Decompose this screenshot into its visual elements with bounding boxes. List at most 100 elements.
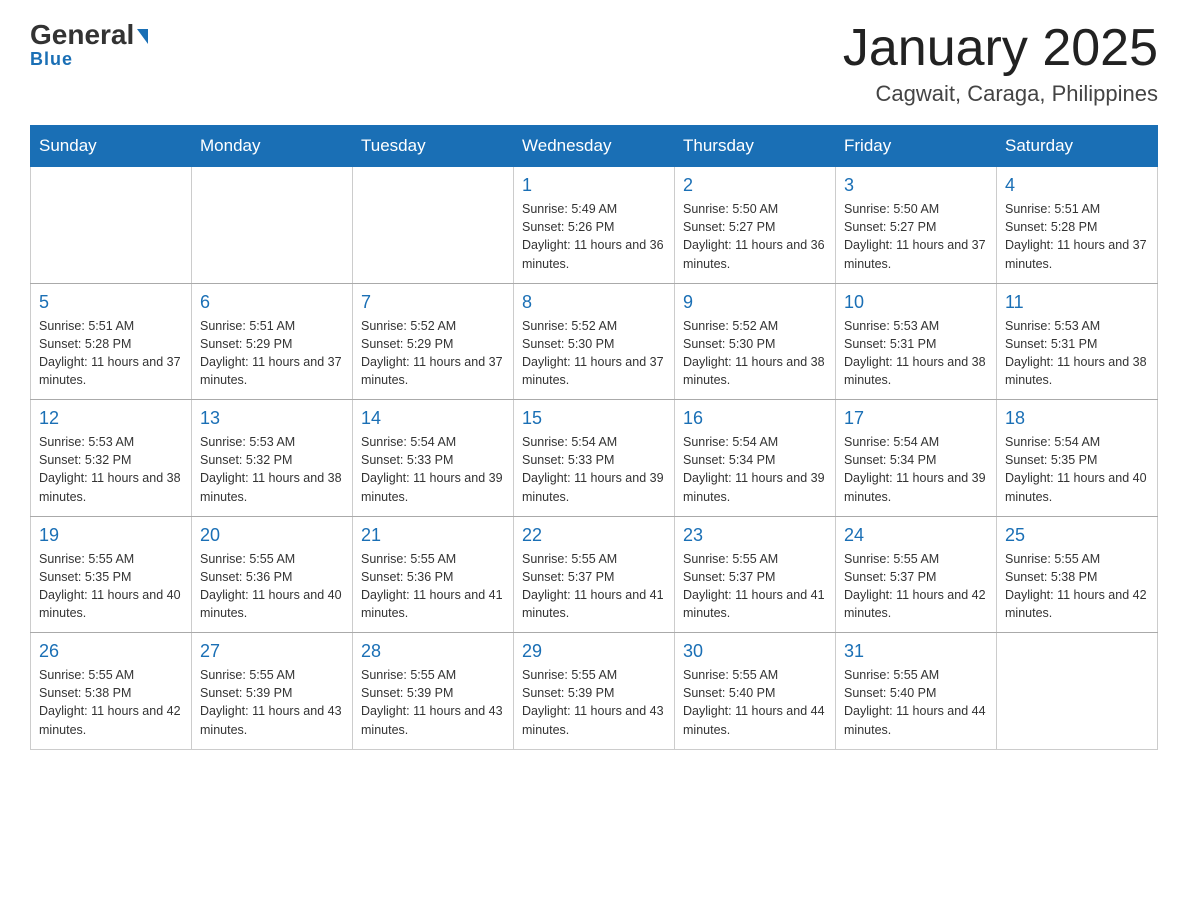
calendar-cell: 3 Sunrise: 5:50 AM Sunset: 5:27 PM Daylig… (836, 167, 997, 284)
day-info: Sunrise: 5:51 AM Sunset: 5:28 PM Dayligh… (1005, 200, 1149, 273)
weekday-header-friday: Friday (836, 126, 997, 167)
calendar-cell: 13 Sunrise: 5:53 AM Sunset: 5:32 PM Dayli… (192, 400, 353, 517)
day-number: 18 (1005, 408, 1149, 429)
calendar-cell: 12 Sunrise: 5:53 AM Sunset: 5:32 PM Dayli… (31, 400, 192, 517)
day-number: 26 (39, 641, 183, 662)
calendar-cell: 10Sunrise: 5:53 AM Sunset: 5:31 PM Dayli… (836, 283, 997, 400)
day-info: Sunrise: 5:51 AM Sunset: 5:29 PM Dayligh… (200, 317, 344, 390)
day-number: 30 (683, 641, 827, 662)
day-info: Sunrise: 5:55 AM Sunset: 5:36 PM Dayligh… (361, 550, 505, 623)
calendar-cell (353, 167, 514, 284)
day-info: Sunrise: 5:49 AM Sunset: 5:26 PM Dayligh… (522, 200, 666, 273)
calendar-cell: 11 Sunrise: 5:53 AM Sunset: 5:31 PM Dayli… (997, 283, 1158, 400)
day-number: 27 (200, 641, 344, 662)
week-row-3: 12 Sunrise: 5:53 AM Sunset: 5:32 PM Dayli… (31, 400, 1158, 517)
day-info: Sunrise: 5:55 AM Sunset: 5:40 PM Dayligh… (683, 666, 827, 739)
week-row-1: 1 Sunrise: 5:49 AM Sunset: 5:26 PM Daylig… (31, 167, 1158, 284)
calendar-cell: 22 Sunrise: 5:55 AM Sunset: 5:37 PM Dayli… (514, 516, 675, 633)
calendar-cell: 21 Sunrise: 5:55 AM Sunset: 5:36 PM Dayli… (353, 516, 514, 633)
weekday-header-thursday: Thursday (675, 126, 836, 167)
day-number: 24 (844, 525, 988, 546)
weekday-header-wednesday: Wednesday (514, 126, 675, 167)
calendar-cell: 9 Sunrise: 5:52 AM Sunset: 5:30 PM Daylig… (675, 283, 836, 400)
calendar-cell: 1 Sunrise: 5:49 AM Sunset: 5:26 PM Daylig… (514, 167, 675, 284)
day-info: Sunrise: 5:55 AM Sunset: 5:37 PM Dayligh… (683, 550, 827, 623)
day-info: Sunrise: 5:55 AM Sunset: 5:36 PM Dayligh… (200, 550, 344, 623)
calendar-cell: 25Sunrise: 5:55 AM Sunset: 5:38 PM Dayli… (997, 516, 1158, 633)
calendar-cell: 27 Sunrise: 5:55 AM Sunset: 5:39 PM Dayli… (192, 633, 353, 750)
calendar-cell (31, 167, 192, 284)
day-number: 12 (39, 408, 183, 429)
day-number: 13 (200, 408, 344, 429)
day-info: Sunrise: 5:52 AM Sunset: 5:30 PM Dayligh… (522, 317, 666, 390)
day-number: 9 (683, 292, 827, 313)
calendar-cell: 14 Sunrise: 5:54 AM Sunset: 5:33 PM Dayli… (353, 400, 514, 517)
day-number: 5 (39, 292, 183, 313)
day-number: 7 (361, 292, 505, 313)
logo-area: General Blue (30, 20, 148, 70)
day-info: Sunrise: 5:54 AM Sunset: 5:34 PM Dayligh… (844, 433, 988, 506)
day-number: 3 (844, 175, 988, 196)
calendar-cell: 29Sunrise: 5:55 AM Sunset: 5:39 PM Dayli… (514, 633, 675, 750)
day-info: Sunrise: 5:54 AM Sunset: 5:33 PM Dayligh… (361, 433, 505, 506)
calendar-cell: 2Sunrise: 5:50 AM Sunset: 5:27 PM Daylig… (675, 167, 836, 284)
day-number: 21 (361, 525, 505, 546)
day-number: 23 (683, 525, 827, 546)
calendar-cell: 17 Sunrise: 5:54 AM Sunset: 5:34 PM Dayli… (836, 400, 997, 517)
day-info: Sunrise: 5:55 AM Sunset: 5:39 PM Dayligh… (522, 666, 666, 739)
weekday-header-saturday: Saturday (997, 126, 1158, 167)
logo-blue: Blue (30, 49, 73, 70)
calendar-cell: 26 Sunrise: 5:55 AM Sunset: 5:38 PM Dayli… (31, 633, 192, 750)
week-row-5: 26 Sunrise: 5:55 AM Sunset: 5:38 PM Dayli… (31, 633, 1158, 750)
page-header: General Blue January 2025 Cagwait, Carag… (30, 20, 1158, 107)
calendar-cell: 8Sunrise: 5:52 AM Sunset: 5:30 PM Daylig… (514, 283, 675, 400)
calendar-table: SundayMondayTuesdayWednesdayThursdayFrid… (30, 125, 1158, 750)
week-row-4: 19Sunrise: 5:55 AM Sunset: 5:35 PM Dayli… (31, 516, 1158, 633)
day-info: Sunrise: 5:53 AM Sunset: 5:31 PM Dayligh… (1005, 317, 1149, 390)
day-number: 6 (200, 292, 344, 313)
calendar-cell: 4 Sunrise: 5:51 AM Sunset: 5:28 PM Daylig… (997, 167, 1158, 284)
calendar-cell: 16 Sunrise: 5:54 AM Sunset: 5:34 PM Dayli… (675, 400, 836, 517)
day-info: Sunrise: 5:54 AM Sunset: 5:35 PM Dayligh… (1005, 433, 1149, 506)
day-number: 14 (361, 408, 505, 429)
day-number: 20 (200, 525, 344, 546)
calendar-cell: 20 Sunrise: 5:55 AM Sunset: 5:36 PM Dayli… (192, 516, 353, 633)
day-number: 4 (1005, 175, 1149, 196)
weekday-header-tuesday: Tuesday (353, 126, 514, 167)
week-row-2: 5 Sunrise: 5:51 AM Sunset: 5:28 PM Daylig… (31, 283, 1158, 400)
day-info: Sunrise: 5:53 AM Sunset: 5:32 PM Dayligh… (200, 433, 344, 506)
day-number: 15 (522, 408, 666, 429)
day-number: 22 (522, 525, 666, 546)
day-info: Sunrise: 5:50 AM Sunset: 5:27 PM Dayligh… (844, 200, 988, 273)
day-info: Sunrise: 5:53 AM Sunset: 5:31 PM Dayligh… (844, 317, 988, 390)
day-info: Sunrise: 5:55 AM Sunset: 5:38 PM Dayligh… (39, 666, 183, 739)
day-info: Sunrise: 5:55 AM Sunset: 5:35 PM Dayligh… (39, 550, 183, 623)
calendar-cell: 5 Sunrise: 5:51 AM Sunset: 5:28 PM Daylig… (31, 283, 192, 400)
day-info: Sunrise: 5:54 AM Sunset: 5:33 PM Dayligh… (522, 433, 666, 506)
day-info: Sunrise: 5:53 AM Sunset: 5:32 PM Dayligh… (39, 433, 183, 506)
day-info: Sunrise: 5:50 AM Sunset: 5:27 PM Dayligh… (683, 200, 827, 273)
day-info: Sunrise: 5:54 AM Sunset: 5:34 PM Dayligh… (683, 433, 827, 506)
day-number: 1 (522, 175, 666, 196)
weekday-header-sunday: Sunday (31, 126, 192, 167)
weekday-header-monday: Monday (192, 126, 353, 167)
calendar-cell: 30 Sunrise: 5:55 AM Sunset: 5:40 PM Dayli… (675, 633, 836, 750)
day-info: Sunrise: 5:52 AM Sunset: 5:30 PM Dayligh… (683, 317, 827, 390)
title-area: January 2025 Cagwait, Caraga, Philippine… (843, 20, 1158, 107)
day-info: Sunrise: 5:51 AM Sunset: 5:28 PM Dayligh… (39, 317, 183, 390)
calendar-cell: 6 Sunrise: 5:51 AM Sunset: 5:29 PM Daylig… (192, 283, 353, 400)
month-title: January 2025 (843, 20, 1158, 77)
calendar-cell: 24Sunrise: 5:55 AM Sunset: 5:37 PM Dayli… (836, 516, 997, 633)
calendar-cell: 15 Sunrise: 5:54 AM Sunset: 5:33 PM Dayli… (514, 400, 675, 517)
weekday-header-row: SundayMondayTuesdayWednesdayThursdayFrid… (31, 126, 1158, 167)
day-number: 11 (1005, 292, 1149, 313)
day-number: 17 (844, 408, 988, 429)
day-number: 31 (844, 641, 988, 662)
day-info: Sunrise: 5:55 AM Sunset: 5:40 PM Dayligh… (844, 666, 988, 739)
location-title: Cagwait, Caraga, Philippines (843, 81, 1158, 107)
day-info: Sunrise: 5:55 AM Sunset: 5:39 PM Dayligh… (200, 666, 344, 739)
day-info: Sunrise: 5:55 AM Sunset: 5:39 PM Dayligh… (361, 666, 505, 739)
day-info: Sunrise: 5:55 AM Sunset: 5:37 PM Dayligh… (522, 550, 666, 623)
day-number: 16 (683, 408, 827, 429)
calendar-cell: 28Sunrise: 5:55 AM Sunset: 5:39 PM Dayli… (353, 633, 514, 750)
